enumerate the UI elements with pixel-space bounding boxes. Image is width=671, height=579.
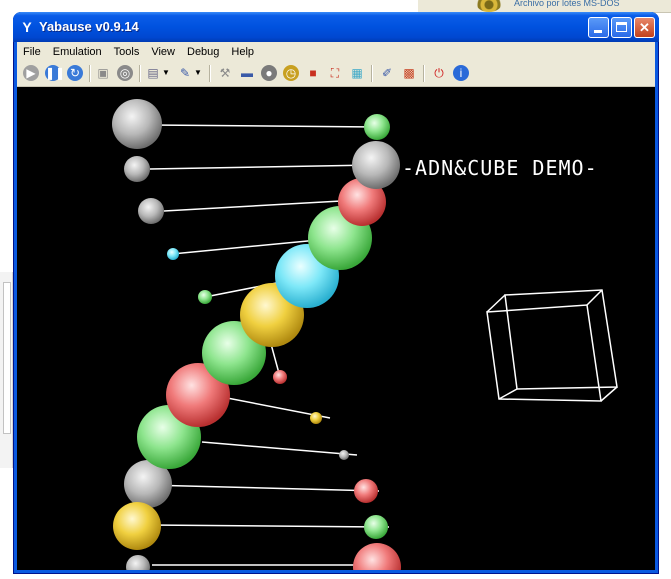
- power-icon[interactable]: ⏻: [431, 65, 447, 81]
- window-title: Yabause v0.9.14: [39, 19, 139, 34]
- load-state-icon[interactable]: ✎: [177, 65, 193, 81]
- cd-drive-icon[interactable]: ●: [261, 65, 277, 81]
- close-icon: ✕: [639, 20, 650, 35]
- chevron-down-icon[interactable]: ▼: [194, 65, 202, 81]
- minimize-icon: [594, 30, 602, 33]
- menu-view[interactable]: View: [145, 42, 181, 62]
- toolbar-separator: [139, 65, 141, 82]
- open-cd-icon[interactable]: ◎: [117, 65, 133, 81]
- menu-help[interactable]: Help: [225, 42, 260, 62]
- reset-icon[interactable]: ↻: [67, 65, 83, 81]
- minimize-button[interactable]: [588, 17, 609, 38]
- play-icon[interactable]: ▶: [23, 65, 39, 81]
- yabause-window: Y Yabause v0.9.14 ✕ File Emulation Tools Vi…: [13, 12, 659, 574]
- gear-icon: [476, 0, 502, 12]
- scrollbar[interactable]: [3, 282, 11, 434]
- save-state-icon[interactable]: ▤: [145, 65, 161, 81]
- demo-title: -ADN&CUBE DEMO-: [402, 156, 598, 180]
- maximize-button[interactable]: [611, 17, 632, 38]
- toolbar-separator: [209, 65, 211, 82]
- pencil-icon[interactable]: ✐: [379, 65, 395, 81]
- toolbar: ▶ ❚❚ ↻ ▣ ◎ ▤ ▼ ✎ ▼ ⚒ ▬ ● ◷ ■ ⛶ ▦ ✐ ▩ ⏻ i: [17, 62, 655, 87]
- alarm-clock-icon[interactable]: ◷: [283, 65, 299, 81]
- emulator-screen[interactable]: -ADN&CUBE DEMO-: [17, 87, 655, 570]
- monitor-icon[interactable]: ▬: [239, 65, 255, 81]
- wireframe-cube: [486, 289, 618, 402]
- toolbar-separator: [423, 65, 425, 82]
- menu-emulation[interactable]: Emulation: [47, 42, 108, 62]
- yabause-icon: Y: [22, 19, 32, 35]
- close-button[interactable]: ✕: [634, 17, 655, 38]
- menu-file[interactable]: File: [17, 42, 47, 62]
- toolbar-separator: [89, 65, 91, 82]
- toolbar-separator: [371, 65, 373, 82]
- fullscreen-icon[interactable]: ⛶: [327, 65, 343, 81]
- wrench-icon[interactable]: ⚒: [217, 65, 233, 81]
- pause-icon[interactable]: ❚❚: [45, 65, 65, 81]
- maximize-icon: [616, 22, 627, 32]
- chevron-down-icon[interactable]: ▼: [162, 65, 170, 81]
- chip-icon[interactable]: ▦: [349, 65, 365, 81]
- menu-bar: File Emulation Tools View Debug Help: [17, 42, 655, 62]
- about-icon[interactable]: i: [453, 65, 469, 81]
- cube-icon[interactable]: ■: [305, 65, 321, 81]
- menu-debug[interactable]: Debug: [181, 42, 225, 62]
- menu-tools[interactable]: Tools: [108, 42, 146, 62]
- screenshot-icon[interactable]: ▩: [401, 65, 417, 81]
- desktop-file-caption: Archivo por lotes MS-DOS: [514, 0, 620, 8]
- disc-icon[interactable]: ▣: [95, 65, 111, 81]
- emulator-framebuffer: -ADN&CUBE DEMO-: [112, 99, 618, 570]
- desktop-background-panel: [0, 272, 13, 468]
- title-bar[interactable]: Y Yabause v0.9.14 ✕: [13, 12, 659, 42]
